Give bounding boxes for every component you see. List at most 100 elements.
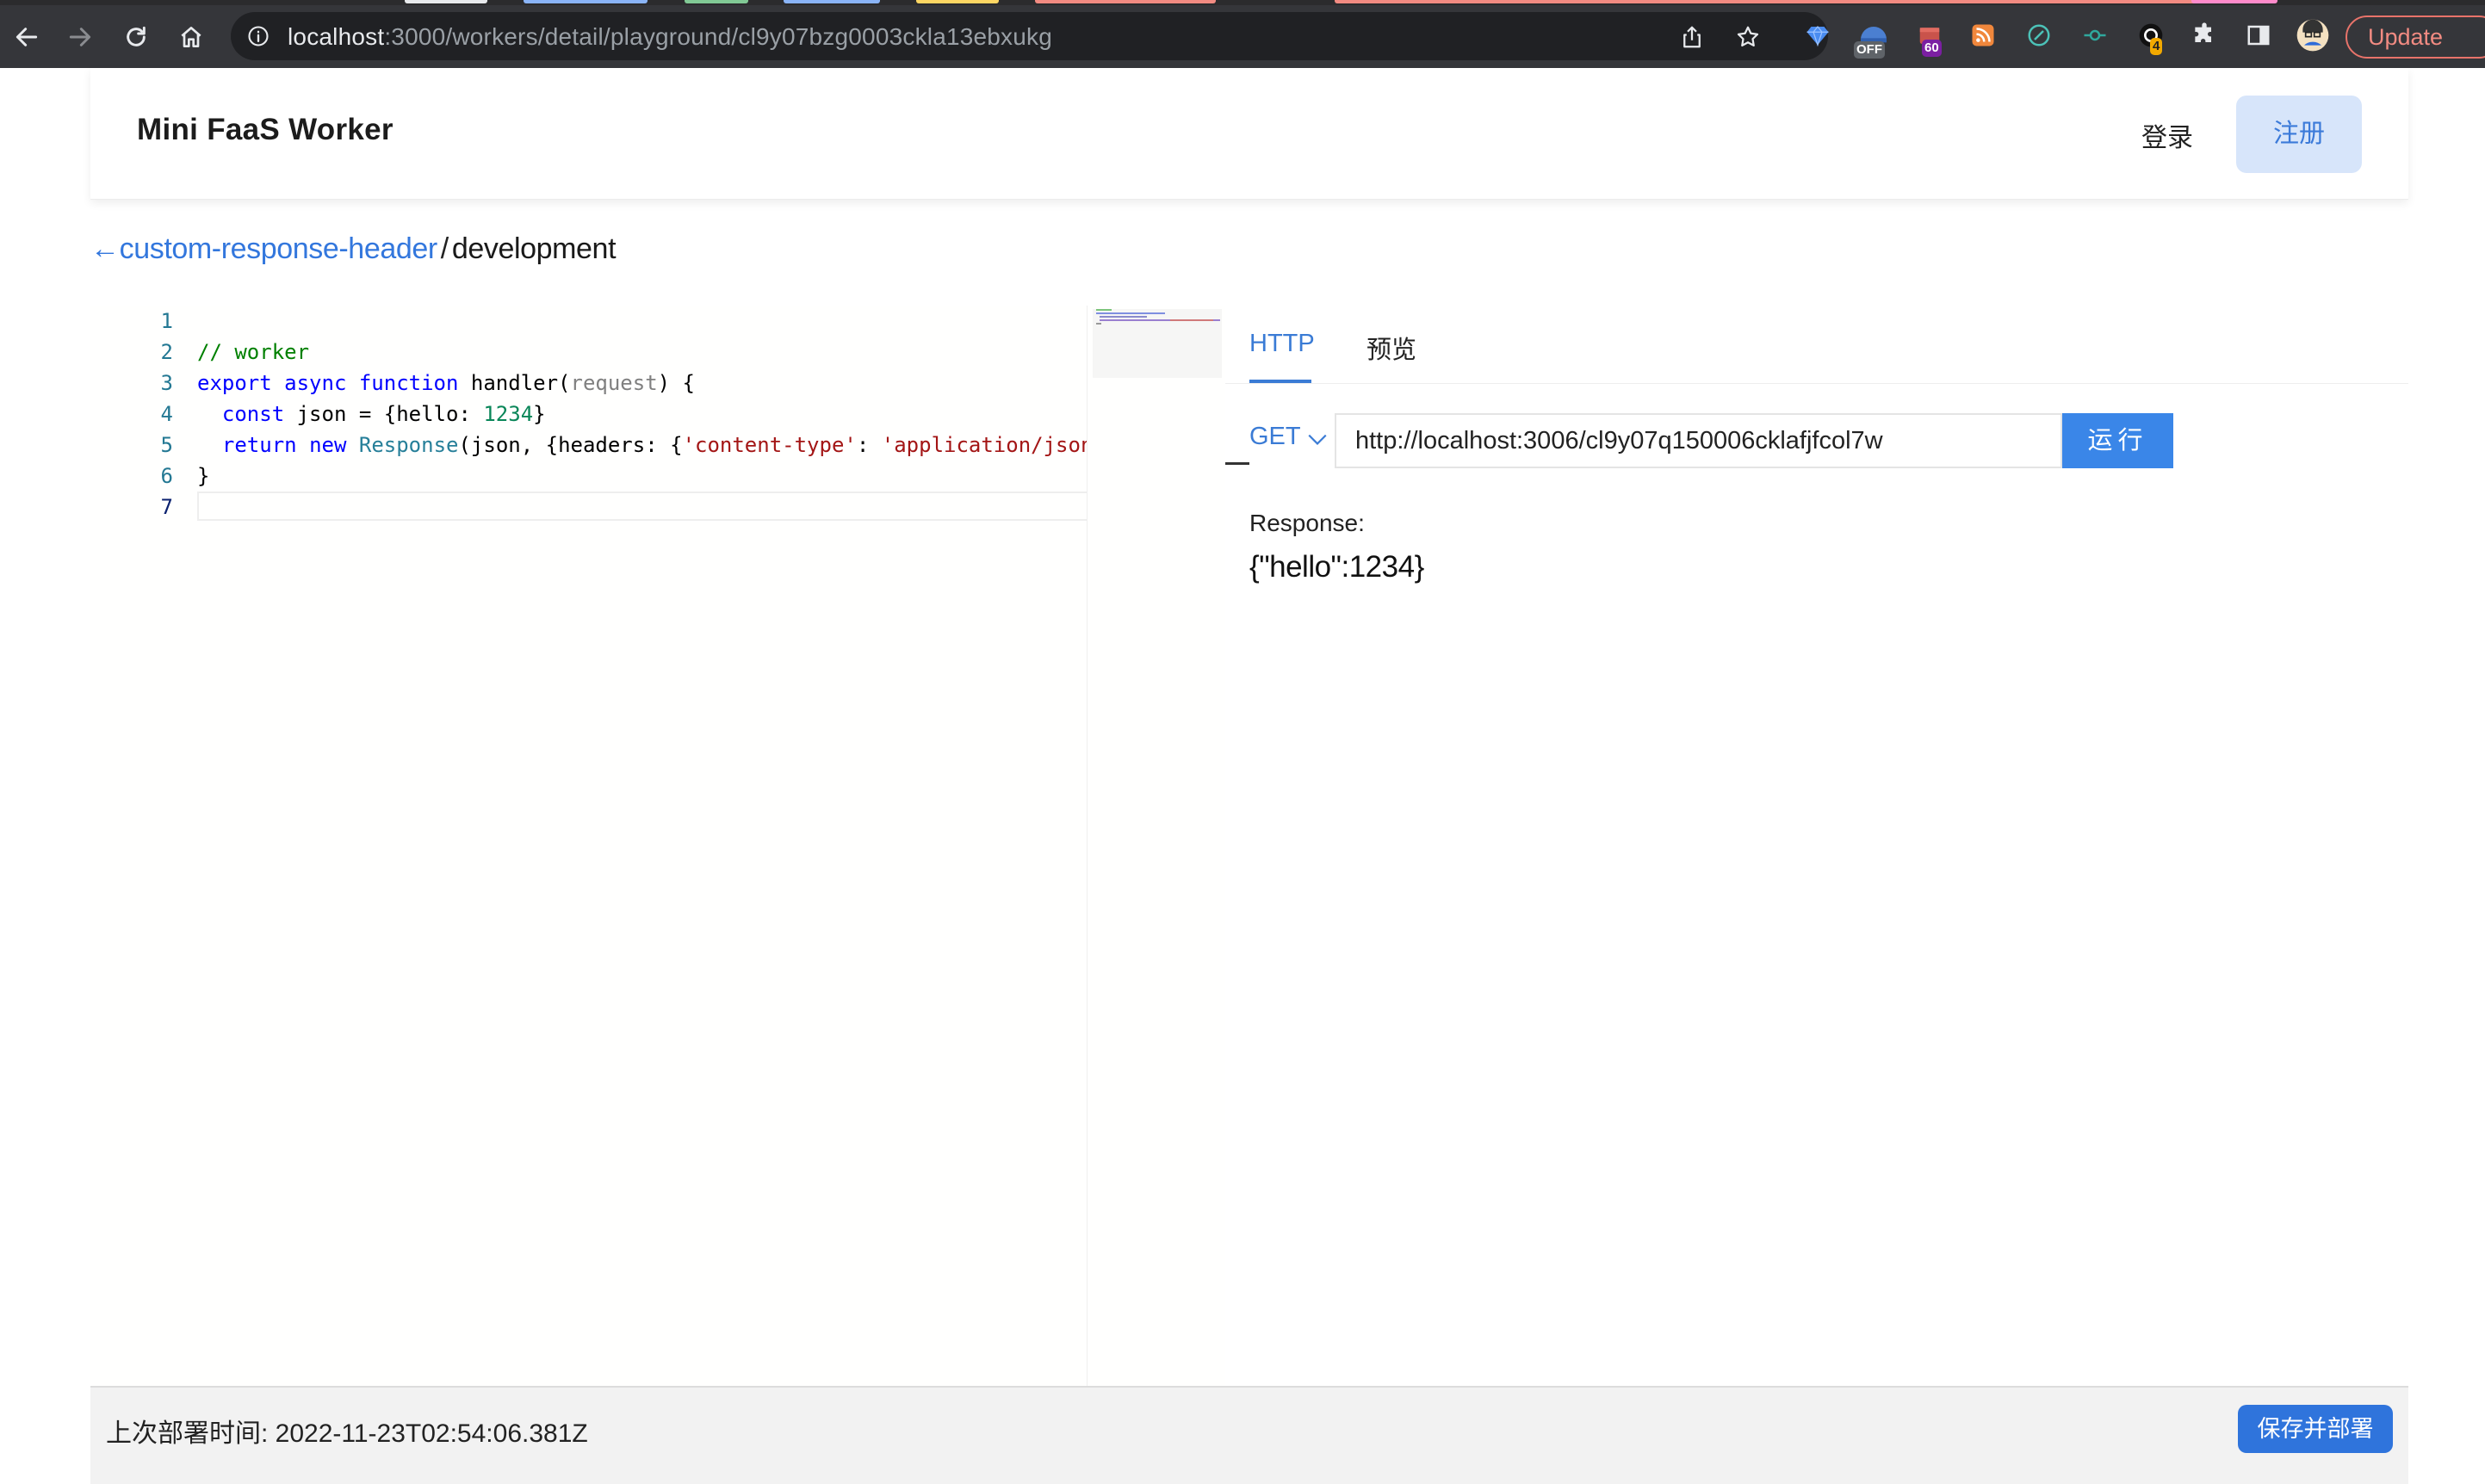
response-body: {"hello":1234}	[1249, 550, 1424, 584]
environment-name: development	[451, 232, 617, 265]
bookmark-star-icon[interactable]	[1735, 24, 1761, 50]
login-link[interactable]: 登录	[2141, 116, 2193, 154]
current-line-highlight	[197, 492, 1087, 521]
back-arrow-icon	[15, 28, 38, 46]
code-area[interactable]: // worker export async function handler(…	[197, 306, 1087, 1386]
worker-name-link[interactable]: custom-response-header	[120, 232, 438, 265]
extension-record[interactable]: 4	[2131, 15, 2171, 55]
line-number: 5	[160, 433, 173, 457]
code-line-2[interactable]: // worker	[197, 337, 309, 368]
ext-off-badge: OFF	[1854, 41, 1885, 59]
response-label: Response:	[1249, 510, 1365, 536]
code-token: 1234	[483, 402, 534, 426]
back-arrow-icon[interactable]: ←	[90, 232, 120, 265]
line-number: 4	[160, 402, 173, 426]
code-token: ) {	[657, 371, 696, 395]
extension-vpn[interactable]: OFF	[1854, 15, 1893, 59]
url-host: localhost	[288, 23, 385, 50]
code-token: // worker	[197, 340, 310, 364]
line-number: 1	[160, 309, 173, 333]
request-url-input[interactable]: http://localhost:3006/cl9y07q150006cklaf…	[1335, 413, 2062, 468]
extensions-menu-button[interactable]	[2184, 15, 2224, 55]
code-line-3[interactable]: export async function handler(request) {	[197, 368, 695, 399]
home-icon	[181, 27, 201, 47]
tab-http[interactable]: HTTP	[1249, 330, 1315, 358]
request-panel: HTTP 预览 GET http://localhost:3006/cl9y07…	[1225, 306, 2408, 1386]
share-icon[interactable]	[1679, 24, 1705, 50]
code-token: return	[221, 433, 297, 457]
tab-indicator[interactable]	[1335, 0, 2213, 3]
code-token: export	[197, 371, 272, 395]
code-token: async	[284, 371, 347, 395]
minimap-line	[1100, 316, 1147, 318]
active-tab-indicator	[1249, 380, 1311, 383]
line-number: 3	[160, 371, 173, 395]
tab-indicator[interactable]	[2191, 0, 2277, 3]
home-button[interactable]	[171, 17, 211, 57]
rss-icon	[1972, 24, 1994, 46]
code-line-4[interactable]: const json = {hello: 1234}	[197, 399, 546, 430]
tab-indicator[interactable]	[524, 0, 648, 3]
code-token: 'application/json'	[881, 433, 1087, 457]
editor-minimap[interactable]	[1087, 306, 1226, 1386]
address-bar[interactable]: localhost:3000/workers/detail/playground…	[231, 12, 1828, 60]
footer-bar: 上次部署时间: 2022-11-23T02:54:06.381Z 保存并部署	[90, 1386, 2408, 1484]
breadcrumb-separator: /	[440, 232, 449, 265]
tab-indicator[interactable]	[1035, 0, 1216, 3]
ext-count-badge: 60	[1922, 40, 1942, 57]
forward-arrow-icon	[69, 28, 91, 46]
forward-button[interactable]	[60, 17, 100, 57]
back-button[interactable]	[7, 17, 46, 57]
method-divider	[1225, 462, 1249, 465]
code-token: const	[221, 402, 285, 426]
tab-indicator[interactable]	[784, 0, 880, 3]
register-button[interactable]: 注册	[2236, 96, 2362, 173]
extension-rss[interactable]	[1963, 15, 2003, 55]
code-token: request	[570, 371, 658, 395]
extension-gem[interactable]	[1798, 15, 1837, 55]
ext-four-badge: 4	[2150, 38, 2163, 55]
code-token: handler(	[458, 371, 571, 395]
chevron-down-icon[interactable]	[1306, 428, 1329, 450]
extension-calendar[interactable]: 60	[1910, 15, 1949, 57]
gem-icon	[1806, 25, 1829, 47]
tab-preview[interactable]: 预览	[1366, 330, 1416, 366]
save-and-deploy-button[interactable]: 保存并部署	[2238, 1405, 2393, 1453]
last-deploy-time: 上次部署时间: 2022-11-23T02:54:06.381Z	[106, 1419, 588, 1448]
breadcrumb: ←custom-response-header / development	[90, 232, 617, 266]
http-method-select[interactable]: GET	[1249, 423, 1301, 451]
minimap-line	[1096, 309, 1112, 311]
run-button[interactable]: 运行	[2062, 413, 2173, 468]
side-panel-button[interactable]	[2239, 15, 2278, 55]
browser-toolbar: localhost:3000/workers/detail/playground…	[0, 5, 2485, 68]
side-panel-icon	[2247, 25, 2270, 46]
code-token: :	[856, 433, 882, 457]
minimap-line	[1170, 319, 1213, 321]
link-icon	[2028, 24, 2050, 46]
extension-git[interactable]	[2075, 15, 2115, 55]
code-token: }	[197, 464, 210, 488]
line-number: 2	[160, 340, 173, 364]
code-token: Response	[358, 433, 459, 457]
line-number-gutter: 1 2 3 4 5 6 7	[90, 306, 185, 1386]
tab-indicator[interactable]	[405, 0, 487, 3]
tab-indicator[interactable]	[685, 0, 748, 3]
code-line-6[interactable]: }	[197, 461, 209, 492]
app-title[interactable]: Mini FaaS Worker	[137, 113, 394, 147]
avatar	[2296, 19, 2329, 52]
tab-indicator[interactable]	[916, 0, 999, 3]
puzzle-icon	[2195, 22, 2211, 42]
code-token: 'content-type'	[682, 433, 857, 457]
code-token: function	[358, 371, 459, 395]
extension-link[interactable]	[2019, 15, 2059, 55]
site-info-icon[interactable]	[246, 24, 270, 48]
code-token: }	[533, 402, 546, 426]
code-editor[interactable]: 1 2 3 4 5 6 7 // worker export async fun…	[90, 306, 1087, 1386]
code-token: (json, {headers: {	[458, 433, 683, 457]
profile-button[interactable]	[2293, 15, 2333, 55]
address-url[interactable]: localhost:3000/workers/detail/playground…	[288, 23, 1052, 51]
reload-button[interactable]	[116, 17, 156, 57]
code-line-5[interactable]: return new Response(json, {headers: {'co…	[197, 430, 1087, 461]
browser-update-button[interactable]: Update	[2346, 15, 2485, 59]
